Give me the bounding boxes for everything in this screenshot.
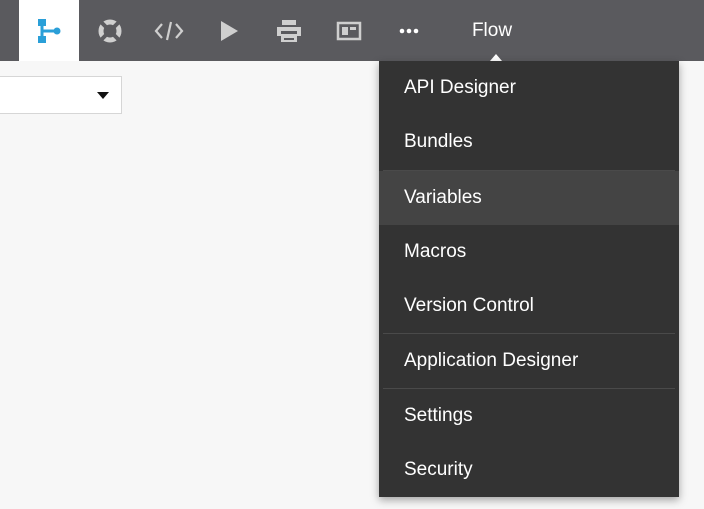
flow-diagram-button[interactable] (19, 0, 79, 61)
menu-item-application-designer[interactable]: Application Designer (379, 334, 679, 388)
selector-dropdown[interactable] (0, 76, 122, 114)
flow-menu-caret (490, 54, 502, 61)
top-toolbar: Flow (0, 0, 704, 61)
flow-diagram-icon (38, 18, 61, 43)
menu-item-version-control[interactable]: Version Control (379, 279, 679, 333)
print-button[interactable] (259, 0, 319, 61)
code-button[interactable] (139, 0, 199, 61)
layout-panel-icon (336, 21, 362, 40)
layout-button[interactable] (319, 0, 379, 61)
menu-item-variables[interactable]: Variables (379, 171, 679, 225)
lifebuoy-icon (98, 19, 122, 42)
more-dots-icon (399, 28, 419, 33)
menu-item-settings[interactable]: Settings (379, 389, 679, 443)
menu-item-bundles[interactable]: Bundles (379, 115, 679, 169)
more-button[interactable] (379, 0, 439, 61)
menu-item-macros[interactable]: Macros (379, 225, 679, 279)
menu-item-security[interactable]: Security (379, 443, 679, 497)
menu-item-api-designer[interactable]: API Designer (379, 61, 679, 115)
flow-dropdown-menu: API Designer Bundles Variables Macros Ve… (379, 61, 679, 497)
code-icon (154, 21, 184, 40)
help-button[interactable] (80, 0, 140, 61)
run-button[interactable] (199, 0, 259, 61)
printer-icon (277, 19, 301, 42)
flow-menu-button[interactable]: Flow (448, 0, 536, 61)
caret-down-icon (97, 92, 109, 99)
play-icon (221, 20, 238, 41)
